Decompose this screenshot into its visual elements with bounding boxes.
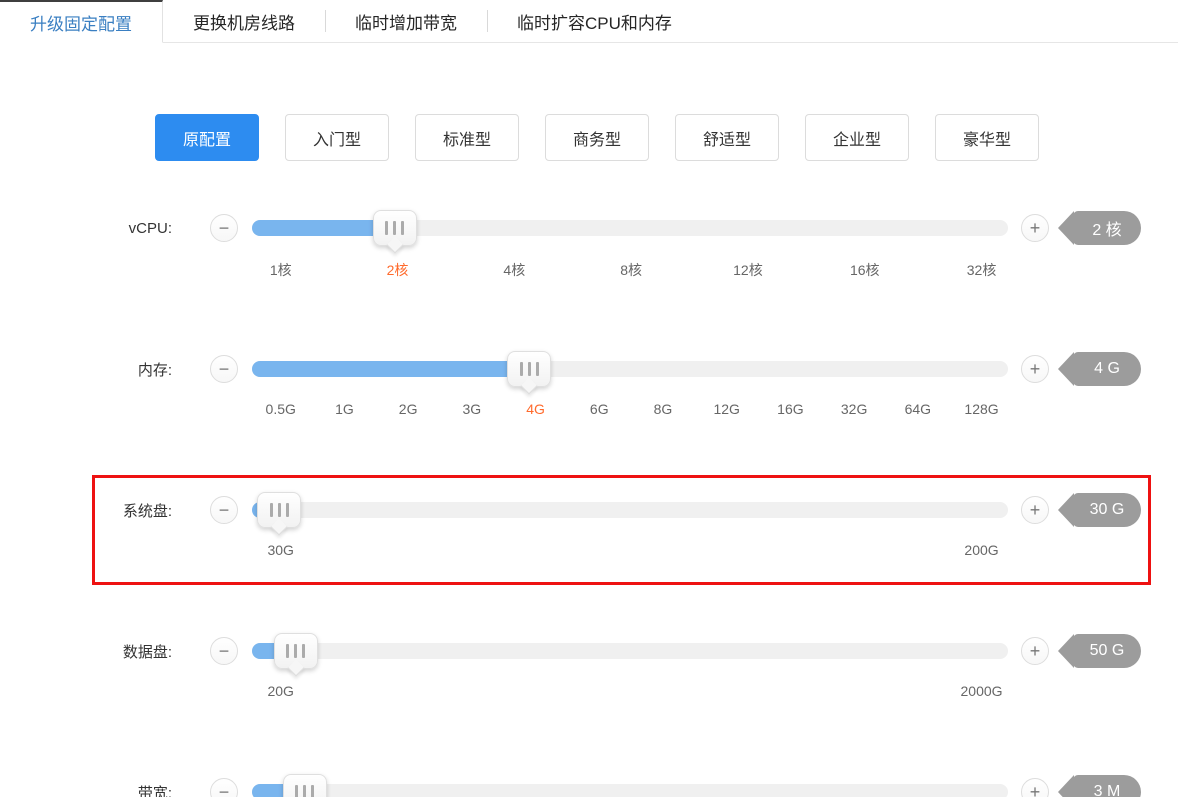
slider-handle[interactable] [507,351,551,387]
bandwidth-slider: 1M50M [252,784,1008,797]
preset-business[interactable]: 商务型 [545,114,649,161]
preset-entry[interactable]: 入门型 [285,114,389,161]
slider-row-bandwidth: 带宽: − 1M50M + 3 M [0,757,1178,797]
tab-bar: 升级固定配置 更换机房线路 临时增加带宽 临时扩容CPU和内存 [0,0,1178,43]
tick-label: 6G [590,401,609,417]
tick-label: 12核 [733,260,763,280]
tab-change-datacenter-line[interactable]: 更换机房线路 [163,0,325,42]
bandwidth-increase-button[interactable]: + [1021,778,1049,797]
grip-icon [286,644,289,658]
preset-enterprise[interactable]: 企业型 [805,114,909,161]
slider-rows: vCPU: − 1核 2核 4核 8核 12核 16核 32核 + 2 核 内存: − [0,193,1178,797]
tick-label: 32G [841,401,867,417]
tick-label: 1核 [270,260,292,280]
system-disk-slider: 30G200G [252,502,1008,518]
vcpu-label: vCPU: [0,220,172,237]
slider-row-vcpu: vCPU: − 1核 2核 4核 8核 12核 16核 32核 + 2 核 [0,193,1178,334]
slider-fill [252,361,529,377]
tick-label: 2核 [387,260,409,280]
vcpu-increase-button[interactable]: + [1021,214,1049,242]
system-disk-decrease-button[interactable]: − [210,496,238,524]
tick-label: 1G [335,401,354,417]
slider-handle[interactable] [274,633,318,669]
grip-icon [295,785,298,797]
slider-track[interactable] [252,502,1008,518]
tick-label: 16G [777,401,803,417]
preset-standard[interactable]: 标准型 [415,114,519,161]
tick-label: 8G [654,401,673,417]
bandwidth-decrease-button[interactable]: − [210,778,238,797]
tick-label: 128G [964,401,998,417]
tick-label: 2000G [961,683,1003,699]
data-disk-value-badge: 50 G [1073,634,1141,668]
data-disk-label: 数据盘: [0,641,172,662]
data-disk-increase-button[interactable]: + [1021,637,1049,665]
vcpu-slider: 1核2核4核8核12核16核32核 [252,220,1008,236]
tick-label: 4G [526,401,545,417]
system-disk-label: 系统盘: [0,500,172,521]
tick-label: 8核 [620,260,642,280]
memory-value-badge: 4 G [1073,352,1141,386]
memory-label: 内存: [0,359,172,380]
tick-label: 20G [267,683,293,699]
grip-icon [270,503,273,517]
tick-labels: 30G 200G [252,542,1008,560]
data-disk-slider: 20G2000G [252,643,1008,659]
grip-icon [520,362,523,376]
slider-handle[interactable] [257,492,301,528]
slider-row-memory: 内存: − 0.5G 1G 2G 3G 4G 6G 8G 12G 16G 32G 64G 128G +… [0,334,1178,475]
vcpu-decrease-button[interactable]: − [210,214,238,242]
tick-label: 32核 [967,260,997,280]
tick-label: 200G [964,542,998,558]
slider-handle[interactable] [373,210,417,246]
upgrade-config-page: 升级固定配置 更换机房线路 临时增加带宽 临时扩容CPU和内存 原配置 入门型 … [0,0,1178,797]
memory-decrease-button[interactable]: − [210,355,238,383]
memory-increase-button[interactable]: + [1021,355,1049,383]
tick-label: 3G [463,401,482,417]
slider-track[interactable] [252,784,1008,797]
tick-labels: 0.5G 1G 2G 3G 4G 6G 8G 12G 16G 32G 64G 128G [252,401,1008,419]
preset-luxury[interactable]: 豪华型 [935,114,1039,161]
memory-slider: 0.5G1G2G3G4G6G8G12G16G32G64G128G [252,361,1008,377]
tick-label: 12G [713,401,739,417]
grip-icon [385,221,388,235]
preset-original-config[interactable]: 原配置 [155,114,259,161]
tab-temp-expand-cpu-memory[interactable]: 临时扩容CPU和内存 [487,0,702,42]
slider-row-data-disk: 数据盘: − 20G 2000G + 50 G [0,616,1178,757]
preset-comfort[interactable]: 舒适型 [675,114,779,161]
slider-track[interactable] [252,643,1008,659]
tick-label: 4核 [503,260,525,280]
bandwidth-label: 带宽: [0,782,172,797]
tick-labels: 1核 2核 4核 8核 12核 16核 32核 [252,260,1008,278]
preset-button-group: 原配置 入门型 标准型 商务型 舒适型 企业型 豪华型 [155,114,1178,161]
tab-upgrade-fixed-config[interactable]: 升级固定配置 [0,0,163,43]
vcpu-value-badge: 2 核 [1073,211,1141,245]
system-disk-increase-button[interactable]: + [1021,496,1049,524]
tick-label: 0.5G [266,401,296,417]
tick-label: 16核 [850,260,880,280]
tick-labels: 20G 2000G [252,683,1008,701]
tick-label: 64G [905,401,931,417]
system-disk-value-badge: 30 G [1073,493,1141,527]
data-disk-decrease-button[interactable]: − [210,637,238,665]
bandwidth-value-badge: 3 M [1073,775,1141,797]
tick-label: 30G [267,542,293,558]
slider-row-system-disk: 系统盘: − 30G 200G + 30 G [0,475,1178,616]
tab-temp-increase-bandwidth[interactable]: 临时增加带宽 [325,0,487,42]
slider-handle[interactable] [283,774,327,797]
tick-label: 2G [399,401,418,417]
